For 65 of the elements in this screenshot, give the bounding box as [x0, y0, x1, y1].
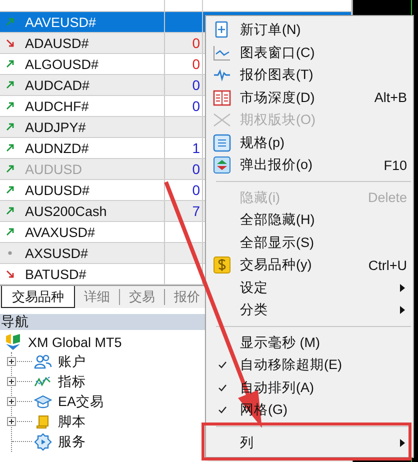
up-arrow-icon [5, 80, 15, 90]
menu-item[interactable]: 列 [208, 432, 411, 454]
shortcut-label: F10 [384, 158, 407, 173]
tree-item[interactable]: XM Global MT5 [28, 334, 122, 350]
bid-price: 1 [192, 140, 200, 156]
depth-table-icon [213, 90, 231, 106]
up-arrow-icon [5, 185, 15, 195]
shortcut-label: Alt+B [374, 90, 407, 106]
bid-price: 0 [192, 35, 200, 51]
up-arrow-icon [5, 143, 15, 153]
dollar-icon [213, 256, 231, 274]
symbol-name: AAVEUSD# [25, 14, 96, 30]
up-arrow-icon [5, 164, 15, 174]
popup-prices-icon [213, 156, 231, 174]
expand-icon[interactable] [7, 377, 16, 386]
line-chart-icon [213, 44, 231, 61]
specification-icon [213, 134, 231, 152]
tree-item[interactable]: 服务 [58, 433, 86, 451]
bid-price: 0 [192, 77, 200, 93]
expand-icon[interactable] [7, 357, 16, 366]
tab[interactable]: 交易品种 [1, 286, 75, 308]
bid-price: 0 [192, 161, 200, 177]
up-arrow-icon [5, 101, 15, 111]
symbol-name: AXSUSD# [25, 246, 88, 260]
people-icon [34, 353, 52, 371]
symbol-name: AUDCAD# [25, 78, 90, 92]
options-icon [213, 112, 231, 128]
symbol-name: AUDCHF# [25, 98, 89, 114]
up-arrow-icon [5, 17, 15, 27]
symbol-name: AUDNZD# [25, 140, 89, 156]
menu-item[interactable]: 显示毫秒 (M) [208, 332, 411, 354]
tick-chart-icon [213, 68, 231, 82]
symbol-name: AUDUSD# [25, 182, 90, 198]
up-arrow-icon [5, 206, 15, 216]
down-arrow-icon [5, 269, 15, 279]
graduation-cap-icon [34, 393, 52, 411]
bid-price: 0 [192, 182, 200, 198]
gear-icon [34, 433, 52, 451]
down-arrow-icon [5, 38, 15, 48]
up-arrow-icon [5, 122, 15, 132]
expand-icon[interactable] [7, 397, 16, 406]
symbol-name: AUS200Cash [25, 204, 107, 218]
up-arrow-icon [5, 59, 15, 69]
bid-price: 0 [192, 56, 200, 72]
tab[interactable]: 详细 [75, 289, 120, 305]
expand-icon[interactable] [7, 417, 16, 426]
symbol-name: BATUSD# [25, 266, 86, 282]
symbol-name: AVAXUSD# [25, 224, 96, 240]
symbol-name: AUDUSD [25, 162, 82, 176]
logo-icon [4, 333, 22, 351]
tree-item[interactable]: 指标 [58, 373, 86, 391]
up-arrow-icon [5, 227, 15, 237]
tree-item[interactable]: 脚本 [58, 413, 86, 431]
shortcut-label: Delete [368, 190, 407, 206]
symbol-name: ADAUSD# [25, 36, 89, 50]
bid-price: 7 [192, 203, 200, 219]
tab[interactable]: 交易 [120, 289, 165, 305]
symbol-name: AUDJPY# [25, 120, 86, 134]
bid-price: 0 [192, 98, 200, 114]
new-order-icon [214, 21, 230, 40]
symbol-name: ALGOUSD# [25, 56, 99, 72]
tree-item[interactable]: EA交易 [58, 393, 104, 411]
shortcut-label: Ctrl+U [368, 258, 407, 273]
tree-item[interactable]: 账户 [58, 353, 86, 371]
menu-item[interactable]: 自动移除超期(E) [208, 354, 411, 376]
